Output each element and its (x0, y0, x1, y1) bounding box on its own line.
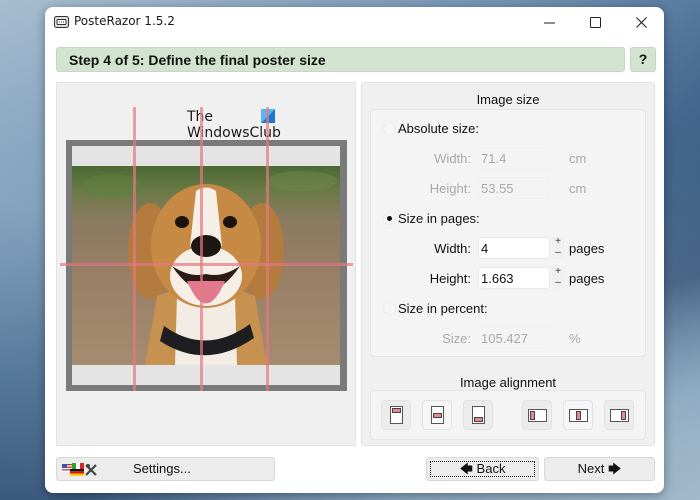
settings-button[interactable]: Settings... (56, 457, 275, 481)
spin-down-button[interactable]: – (552, 248, 564, 259)
size-in-pages-radio[interactable]: Size in pages: (383, 211, 480, 226)
language-flags-icon (62, 463, 97, 476)
pages-width-label: Width: (434, 241, 471, 256)
step-banner: Step 4 of 5: Define the final poster siz… (56, 47, 625, 72)
image-size-title: Image size (476, 92, 540, 107)
spin-down-button[interactable]: – (552, 278, 564, 289)
posterazor-window: PosteRazor 1.5.2 Step 4 of 5: Define the… (45, 7, 664, 493)
next-label: Next 🡆 (577, 461, 622, 476)
size-in-percent-radio[interactable]: Size in percent: (383, 301, 488, 316)
size-in-percent-label: Size in percent: (398, 301, 488, 316)
settings-label: Settings... (133, 461, 191, 476)
radio-checked[interactable] (383, 212, 396, 225)
pages-height-label: Height: (429, 271, 471, 286)
poster-frame (60, 107, 353, 391)
pages-width-unit: pages (569, 241, 605, 256)
percent-size-input[interactable] (478, 327, 550, 349)
absolute-height-label: Height: (429, 181, 471, 196)
page-grid-line-vertical (200, 107, 203, 391)
pages-width-input[interactable] (478, 237, 550, 259)
align-top-button[interactable] (381, 400, 411, 430)
absolute-height-input[interactable] (478, 177, 550, 199)
help-button[interactable]: ? (630, 47, 656, 72)
absolute-size-radio[interactable]: Absolute size: (383, 121, 479, 136)
poster-preview-panel: The WindowsClub (56, 82, 356, 446)
title-bar: PosteRazor 1.5.2 (45, 7, 664, 37)
align-right-button[interactable] (604, 400, 634, 430)
pages-height-unit: pages (569, 271, 605, 286)
page-grid-line-vertical (133, 107, 136, 391)
pages-height-spinner[interactable]: + – (552, 267, 564, 289)
page-grid-line-horizontal (60, 263, 353, 266)
align-vcenter-button[interactable] (422, 400, 452, 430)
align-bottom-button[interactable] (463, 400, 493, 430)
pages-width-spinner[interactable]: + – (552, 237, 564, 259)
focus-ring (430, 461, 535, 477)
radio-unchecked[interactable] (383, 122, 396, 135)
image-size-group: Absolute size: Width: cm Height: cm Size… (370, 109, 646, 357)
close-icon (635, 16, 647, 28)
image-alignment-group (370, 390, 646, 440)
percent-size-unit: % (569, 331, 581, 346)
pages-height-input[interactable] (478, 267, 550, 289)
page-grid-line-vertical (266, 107, 269, 391)
close-button[interactable] (618, 7, 664, 37)
next-button[interactable]: Next 🡆 (544, 457, 655, 481)
image-alignment-title: Image alignment (459, 375, 557, 390)
minimize-button[interactable] (526, 7, 572, 37)
size-in-pages-label: Size in pages: (398, 211, 480, 226)
image-size-panel: Image size Absolute size: Width: cm Heig… (361, 82, 655, 446)
absolute-width-label: Width: (434, 151, 471, 166)
window-title: PosteRazor 1.5.2 (74, 14, 175, 28)
back-button[interactable]: 🡄 Back (426, 457, 539, 481)
absolute-width-unit: cm (569, 151, 587, 166)
absolute-width-input[interactable] (478, 147, 550, 169)
radio-unchecked[interactable] (383, 302, 396, 315)
absolute-size-label: Absolute size: (398, 121, 479, 136)
maximize-icon (589, 16, 601, 28)
maximize-button[interactable] (572, 7, 618, 37)
absolute-height-unit: cm (569, 181, 587, 196)
step-title: Step 4 of 5: Define the final poster siz… (69, 52, 326, 68)
minimize-icon (543, 22, 555, 23)
align-hcenter-button[interactable] (563, 400, 593, 430)
app-icon (54, 16, 69, 28)
percent-size-label: Size: (442, 331, 471, 346)
align-left-button[interactable] (522, 400, 552, 430)
